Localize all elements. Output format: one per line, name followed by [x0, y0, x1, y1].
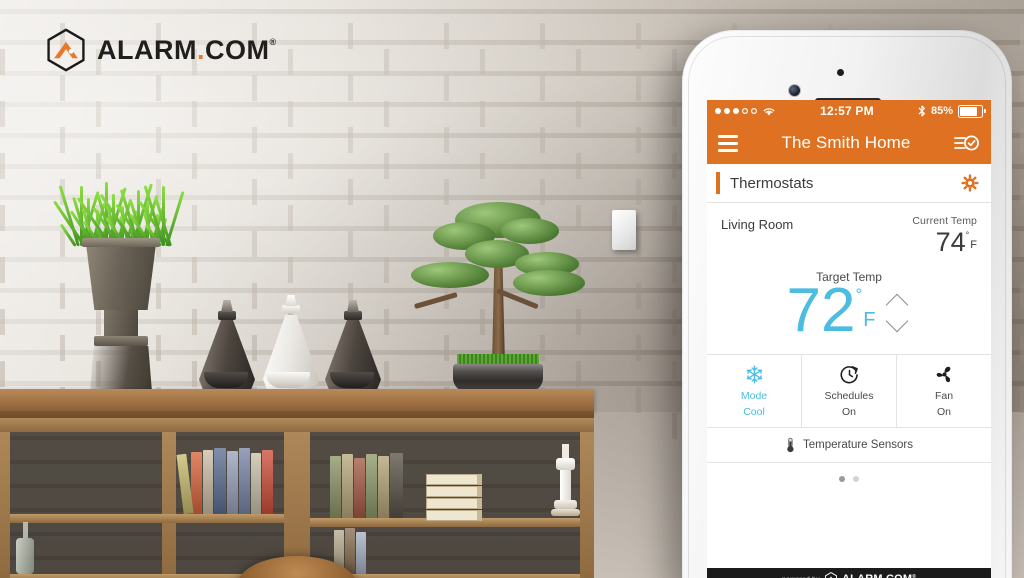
current-temp-degree: °: [965, 230, 970, 240]
bonsai-tree: [405, 196, 595, 392]
current-temp-unit: F: [970, 239, 977, 251]
book-row-right: [330, 452, 403, 518]
status-bar-time: 12:57 PM: [820, 104, 874, 118]
alarm-dot-com-hexagon-logo: [824, 572, 838, 578]
wall-mounted-sensor: [612, 210, 636, 250]
temperature-sensors-label: Temperature Sensors: [803, 439, 913, 451]
footer-registered-mark: ®: [912, 574, 917, 578]
table-lamp: [550, 444, 580, 518]
target-temp-value: 72: [786, 276, 856, 345]
alarm-dot-com-hexagon-logo: [44, 28, 88, 72]
section-header: Thermostats: [707, 164, 991, 203]
target-temp-value-group: 72 ° F: [787, 280, 876, 342]
clock-schedule-icon: [839, 363, 860, 385]
mode-button-label: Mode: [740, 390, 768, 403]
footer-brand: ALARM.COM ®: [842, 573, 916, 578]
mode-button[interactable]: Mode Cool: [707, 355, 802, 427]
battery-icon: [958, 104, 986, 118]
screen-empty-area: [707, 482, 991, 568]
thermostat-card: Living Room Current Temp 74 ° F Target T…: [707, 203, 991, 342]
chevron-up-icon[interactable]: [886, 294, 912, 308]
app-title: The Smith Home: [781, 133, 911, 152]
current-temp-block: Current Temp 74 ° F: [912, 215, 977, 256]
snowflake-icon: [744, 363, 765, 385]
counter-top: [0, 389, 594, 411]
battery-percent-label: 85%: [930, 105, 953, 117]
temperature-sensors-row[interactable]: Temperature Sensors: [707, 427, 991, 463]
iphone-device: 12:57 PM 85% The Smith Home Thermostats …: [682, 30, 1012, 578]
section-accent-bar: [716, 172, 720, 194]
logo-text-alarm: ALARM: [97, 34, 197, 65]
bowl-dark-1: [204, 372, 248, 388]
pagination-dots[interactable]: [707, 463, 991, 482]
temp-steppers: [886, 294, 912, 331]
current-temp-value-group: 74 ° F: [912, 229, 977, 256]
front-camera: [789, 85, 800, 96]
status-bar: 12:57 PM 85%: [707, 100, 991, 122]
gear-icon[interactable]: [961, 174, 979, 192]
target-temp-degree: °: [855, 285, 863, 304]
book-row-left: [176, 448, 273, 515]
fan-button-label: Fan: [934, 390, 954, 403]
current-temp-label: Current Temp: [912, 215, 977, 227]
logo-registered-mark: ®: [269, 36, 277, 47]
app-nav-bar: The Smith Home: [707, 122, 991, 164]
activity-checklist-icon[interactable]: [954, 133, 980, 153]
thermometer-icon: [785, 437, 796, 453]
carrier-signal-dots: [715, 108, 757, 114]
fan-icon: [934, 363, 955, 385]
hamburger-menu-icon[interactable]: [718, 134, 738, 152]
alarm-dot-com-wordmark: ALARM . COM ®: [97, 34, 277, 65]
section-title: Thermostats: [730, 174, 814, 192]
powered-by-footer: powered by ALARM.COM ®: [707, 568, 991, 578]
schedules-button[interactable]: Schedules On: [802, 355, 897, 427]
bowl-white: [266, 372, 310, 388]
fan-button-value: On: [936, 405, 951, 418]
chevron-down-icon[interactable]: [886, 317, 912, 331]
bluetooth-icon: [918, 105, 926, 117]
glass-bottle: [16, 522, 34, 574]
potted-grass-plant: [53, 182, 185, 392]
thermostat-controls-row: Mode Cool Schedules On Fan On: [707, 354, 991, 427]
alarm-dot-com-logo: ALARM . COM ®: [44, 28, 277, 72]
screenshot-stage: ALARM . COM ® 12:57 PM 85% The Smith Hom…: [0, 0, 1024, 578]
schedules-button-value: On: [841, 405, 856, 418]
mode-button-value: Cool: [743, 405, 765, 418]
status-bar-right: 85%: [918, 104, 986, 118]
thermostat-room-name: Living Room: [721, 217, 794, 232]
proximity-sensor: [837, 69, 844, 76]
schedules-button-label: Schedules: [824, 390, 874, 403]
bookcase-with-books: [0, 418, 594, 578]
logo-text-com: COM: [205, 34, 270, 65]
target-temp-control: 72 ° F: [721, 280, 977, 342]
fan-button[interactable]: Fan On: [897, 355, 991, 427]
current-temp-value: 74: [935, 227, 966, 257]
logo-dot: .: [196, 34, 205, 65]
bowl-dark-2: [330, 372, 374, 388]
wifi-icon: [762, 106, 776, 117]
phone-screen: 12:57 PM 85% The Smith Home Thermostats …: [707, 100, 991, 578]
stacked-books: [426, 474, 482, 522]
footer-brand-text: ALARM.COM: [842, 573, 912, 578]
target-temp-unit: F: [863, 309, 876, 331]
